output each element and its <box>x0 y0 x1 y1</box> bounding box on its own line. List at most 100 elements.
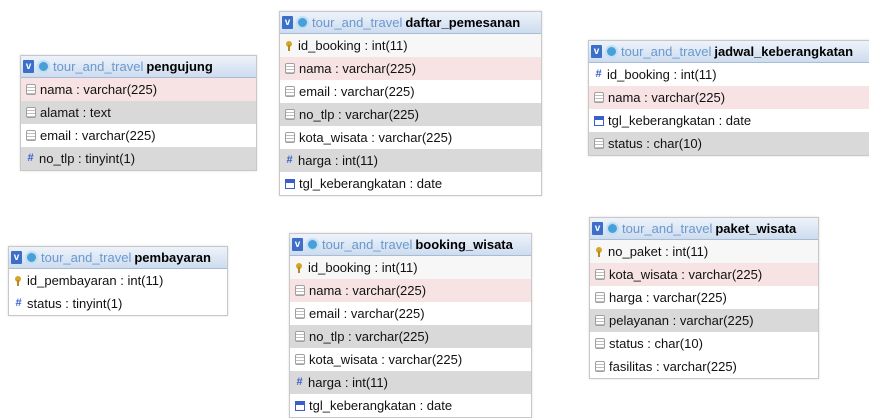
column-label: kota_wisata : varchar(225) <box>299 130 453 145</box>
collapse-toggle-icon[interactable]: v <box>292 238 303 251</box>
date-column-icon <box>594 115 604 126</box>
primary-key-icon <box>285 40 294 51</box>
column-label: email : varchar(225) <box>299 84 415 99</box>
column-row[interactable]: tgl_keberangkatan : date <box>589 109 869 132</box>
database-name: tour_and_travel <box>322 237 413 252</box>
column-row[interactable]: tgl_keberangkatan : date <box>280 172 541 195</box>
table-name: pembayaran <box>134 250 211 265</box>
numeric-column-icon: # <box>296 376 303 388</box>
column-row[interactable]: # no_tlp : tinyint(1) <box>21 147 256 170</box>
database-name: tour_and_travel <box>312 15 403 30</box>
primary-key-icon <box>295 262 304 273</box>
table-header[interactable]: v tour_and_travel jadwal_keberangkatan <box>589 41 869 63</box>
table-name: pengujung <box>146 59 213 74</box>
collapse-toggle-icon[interactable]: v <box>591 45 602 58</box>
table-paket_wisata[interactable]: v tour_and_travel paket_wisata no_paket : i… <box>589 217 819 379</box>
column-row[interactable]: kota_wisata : varchar(225) <box>590 263 818 286</box>
database-name: tour_and_travel <box>41 250 132 265</box>
text-column-icon <box>285 109 295 120</box>
collapse-toggle-icon[interactable]: v <box>11 251 22 264</box>
column-row[interactable]: email : varchar(225) <box>290 302 531 325</box>
text-column-icon <box>594 92 604 103</box>
column-row[interactable]: nama : varchar(225) <box>290 279 531 302</box>
column-label: id_booking : int(11) <box>607 67 717 82</box>
column-row[interactable]: email : varchar(225) <box>280 80 541 103</box>
table-booking_wisata[interactable]: v tour_and_travel booking_wisata id_booking… <box>289 233 532 418</box>
collapse-toggle-icon[interactable]: v <box>23 60 34 73</box>
text-column-icon <box>285 132 295 143</box>
numeric-column-icon: # <box>286 154 293 166</box>
column-row[interactable]: no_tlp : varchar(225) <box>290 325 531 348</box>
column-label: status : char(10) <box>609 336 703 351</box>
table-header[interactable]: v tour_and_travel paket_wisata <box>590 218 818 240</box>
numeric-column-icon: # <box>15 297 22 309</box>
collapse-toggle-icon[interactable]: v <box>592 222 603 235</box>
text-column-icon <box>595 361 605 372</box>
text-column-icon <box>295 354 305 365</box>
column-row[interactable]: pelayanan : varchar(225) <box>590 309 818 332</box>
text-column-icon <box>295 285 305 296</box>
column-label: email : varchar(225) <box>309 306 425 321</box>
text-column-icon <box>595 315 605 326</box>
column-label: kota_wisata : varchar(225) <box>609 267 763 282</box>
table-name: daftar_pemesanan <box>405 15 521 30</box>
table-pembayaran[interactable]: v tour_and_travel pembayaran id_pembayaran … <box>8 246 228 316</box>
table-header[interactable]: v tour_and_travel booking_wisata <box>290 234 531 256</box>
column-row[interactable]: no_tlp : varchar(225) <box>280 103 541 126</box>
column-row[interactable]: fasilitas : varchar(225) <box>590 355 818 378</box>
column-row[interactable]: status : char(10) <box>590 332 818 355</box>
gear-icon <box>605 45 618 58</box>
column-row[interactable]: id_booking : int(11) <box>290 256 531 279</box>
column-row[interactable]: nama : varchar(225) <box>280 57 541 80</box>
column-row[interactable]: # id_booking : int(11) <box>589 63 869 86</box>
column-label: status : tinyint(1) <box>27 296 123 311</box>
text-column-icon <box>595 292 605 303</box>
column-row[interactable]: # harga : int(11) <box>280 149 541 172</box>
column-label: harga : int(11) <box>298 153 378 168</box>
column-label: harga : int(11) <box>308 375 388 390</box>
numeric-column-icon: # <box>595 68 602 80</box>
primary-key-icon <box>595 246 604 257</box>
text-column-icon <box>285 63 295 74</box>
column-row[interactable]: nama : varchar(225) <box>21 78 256 101</box>
column-label: alamat : text <box>40 105 111 120</box>
column-label: no_paket : int(11) <box>608 244 709 259</box>
column-label: pelayanan : varchar(225) <box>609 313 754 328</box>
table-pengujung[interactable]: v tour_and_travel pengujung nama : varchar(… <box>20 55 257 171</box>
column-row[interactable]: alamat : text <box>21 101 256 124</box>
table-jadwal_keberangkatan[interactable]: v tour_and_travel jadwal_keberangkatan # id_… <box>588 40 869 156</box>
column-label: nama : varchar(225) <box>40 82 158 97</box>
table-header[interactable]: v tour_and_travel daftar_pemesanan <box>280 12 541 34</box>
column-row[interactable]: # harga : int(11) <box>290 371 531 394</box>
column-label: id_pembayaran : int(11) <box>27 273 164 288</box>
column-row[interactable]: status : char(10) <box>589 132 869 155</box>
text-column-icon <box>26 107 36 118</box>
column-label: status : char(10) <box>608 136 702 151</box>
column-label: no_tlp : tinyint(1) <box>39 151 136 166</box>
column-label: id_booking : int(11) <box>298 38 408 53</box>
column-row[interactable]: id_booking : int(11) <box>280 34 541 57</box>
column-label: tgl_keberangkatan : date <box>608 113 752 128</box>
numeric-column-icon: # <box>27 152 34 164</box>
gear-icon <box>37 60 50 73</box>
text-column-icon <box>295 331 305 342</box>
table-header[interactable]: v tour_and_travel pembayaran <box>9 247 227 269</box>
column-row[interactable]: kota_wisata : varchar(225) <box>280 126 541 149</box>
column-row[interactable]: no_paket : int(11) <box>590 240 818 263</box>
gear-icon <box>296 16 309 29</box>
column-row[interactable]: id_pembayaran : int(11) <box>9 269 227 292</box>
table-daftar_pemesanan[interactable]: v tour_and_travel daftar_pemesanan id_booki… <box>279 11 542 196</box>
column-row[interactable]: nama : varchar(225) <box>589 86 869 109</box>
collapse-toggle-icon[interactable]: v <box>282 16 293 29</box>
table-name: jadwal_keberangkatan <box>714 44 854 59</box>
column-row[interactable]: harga : varchar(225) <box>590 286 818 309</box>
column-label: harga : varchar(225) <box>609 290 727 305</box>
column-label: fasilitas : varchar(225) <box>609 359 737 374</box>
text-column-icon <box>26 130 36 141</box>
table-name: booking_wisata <box>415 237 513 252</box>
column-row[interactable]: kota_wisata : varchar(225) <box>290 348 531 371</box>
table-header[interactable]: v tour_and_travel pengujung <box>21 56 256 78</box>
column-row[interactable]: # status : tinyint(1) <box>9 292 227 315</box>
column-row[interactable]: email : varchar(225) <box>21 124 256 147</box>
gear-icon <box>306 238 319 251</box>
